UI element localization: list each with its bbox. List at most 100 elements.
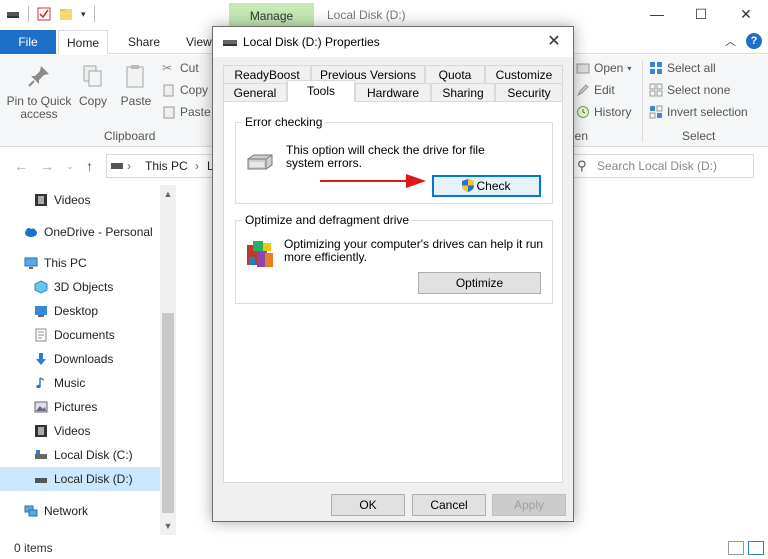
- tab-customize[interactable]: Customize: [485, 65, 563, 83]
- drive-icon: [35, 450, 47, 459]
- nav-item-videos-2[interactable]: Videos: [0, 419, 160, 443]
- nav-item-downloads[interactable]: Downloads: [0, 347, 160, 371]
- optimize-description: Optimizing your computer's drives can he…: [284, 237, 544, 264]
- paste-icon: [126, 65, 144, 88]
- cube-icon: [34, 280, 48, 294]
- select-group-label: Select: [682, 129, 716, 143]
- nav-item-documents[interactable]: Documents: [0, 323, 160, 347]
- nav-item-this-pc[interactable]: This PC: [0, 251, 160, 275]
- navigation-pane: Videos OneDrive - Personal This PC 3D Ob…: [0, 185, 176, 535]
- tab-tools[interactable]: Tools: [287, 80, 355, 102]
- close-icon[interactable]: ✕: [543, 31, 565, 53]
- invert-selection-label: Invert selection: [667, 105, 748, 119]
- scroll-up-icon[interactable]: ▲: [160, 189, 176, 199]
- select-all-button[interactable]: Select all: [649, 61, 716, 75]
- up-arrow-icon[interactable]: ↑: [86, 158, 93, 174]
- drive-icon: [247, 154, 273, 170]
- details-view-icon[interactable]: [728, 541, 744, 555]
- recent-locations-icon[interactable]: ⌄: [66, 161, 74, 172]
- tab-security[interactable]: Security: [495, 83, 563, 101]
- properties-dialog: Local Disk (D:) Properties ✕ ReadyBoost …: [212, 26, 574, 522]
- nav-item-desktop[interactable]: Desktop: [0, 299, 160, 323]
- ok-button[interactable]: OK: [331, 494, 405, 516]
- ribbon-right-controls: ︿ ?: [725, 33, 762, 49]
- film-icon: [35, 194, 47, 206]
- properties-check-icon[interactable]: [37, 7, 51, 21]
- breadcrumb-this-pc[interactable]: This PC: [145, 155, 188, 177]
- tab-quota[interactable]: Quota: [425, 65, 485, 83]
- maximize-button[interactable]: ☐: [686, 4, 716, 26]
- check-label: Check: [476, 179, 511, 193]
- cut-button[interactable]: ✂ Cut: [162, 61, 199, 75]
- breadcrumb-separator-icon: ›: [127, 159, 131, 173]
- nav-item-videos[interactable]: Videos: [0, 188, 160, 212]
- back-arrow-icon[interactable]: ←: [14, 158, 28, 174]
- edit-button[interactable]: Edit: [576, 83, 615, 97]
- check-button[interactable]: Check: [432, 175, 541, 197]
- paste-button[interactable]: Paste: [118, 63, 154, 108]
- tab-share[interactable]: Share: [120, 30, 168, 54]
- nav-item-label: Local Disk (D:): [54, 472, 133, 486]
- clipboard-group-label: Clipboard: [104, 129, 156, 143]
- history-icon: [577, 106, 589, 118]
- nav-item-label: Pictures: [54, 400, 98, 414]
- search-placeholder: Search Local Disk (D:): [597, 159, 718, 173]
- tab-home[interactable]: Home: [58, 30, 109, 54]
- nav-item-onedrive[interactable]: OneDrive - Personal: [0, 220, 160, 244]
- error-checking-description: This option will check the drive for fil…: [286, 143, 485, 170]
- scroll-down-icon[interactable]: ▼: [160, 521, 176, 531]
- open-icon: [576, 63, 590, 74]
- dialog-titlebar[interactable]: Local Disk (D:) Properties ✕: [213, 27, 573, 57]
- copy-icon: [83, 65, 102, 87]
- apply-button[interactable]: Apply: [492, 494, 566, 516]
- toolbar-separator: [28, 6, 29, 22]
- expand-ribbon-icon[interactable]: ︿: [725, 33, 736, 49]
- customize-toolbar-icon[interactable]: ▾: [81, 9, 86, 20]
- tab-sharing[interactable]: Sharing: [431, 83, 495, 101]
- drive-icon[interactable]: [6, 7, 20, 21]
- nav-item-label: Desktop: [54, 304, 99, 318]
- minimize-button[interactable]: —: [642, 4, 672, 26]
- tab-hardware[interactable]: Hardware: [355, 83, 431, 101]
- copy-path-button[interactable]: Copy p: [162, 83, 218, 97]
- open-button[interactable]: Open ▾: [576, 61, 631, 75]
- large-icons-view-icon[interactable]: [748, 541, 764, 555]
- history-button[interactable]: History: [576, 105, 631, 119]
- scrollbar-thumb[interactable]: [162, 313, 174, 513]
- select-none-button[interactable]: Select none: [649, 83, 730, 97]
- pin-to-quick-access-button[interactable]: Pin to Quick access: [6, 63, 72, 121]
- new-folder-icon[interactable]: [59, 7, 73, 21]
- cancel-button[interactable]: Cancel: [412, 494, 486, 516]
- nav-item-label: Downloads: [54, 352, 114, 366]
- nav-item-label: 3D Objects: [54, 280, 114, 294]
- copy-label: Copy: [78, 94, 107, 108]
- forward-arrow-icon[interactable]: →: [40, 158, 54, 174]
- dialog-title: Local Disk (D:) Properties: [243, 35, 380, 49]
- nav-item-3d-objects[interactable]: 3D Objects: [0, 275, 160, 299]
- download-arrow-icon: [36, 353, 46, 365]
- nav-pane-scrollbar[interactable]: ▲ ▼: [160, 185, 176, 535]
- open-label: Open: [594, 61, 624, 75]
- nav-item-network[interactable]: Network: [0, 499, 160, 523]
- invert-selection-button[interactable]: Invert selection: [649, 105, 748, 119]
- close-window-button[interactable]: ✕: [731, 4, 761, 26]
- film-icon: [35, 425, 47, 437]
- nav-item-music[interactable]: Music: [0, 371, 160, 395]
- status-bar: 0 items: [0, 538, 768, 559]
- optimize-button[interactable]: Optimize: [418, 272, 541, 294]
- nav-item-label: Documents: [54, 328, 115, 342]
- help-icon[interactable]: ?: [746, 33, 762, 49]
- desktop-icon: [35, 306, 47, 317]
- history-label: History: [594, 105, 632, 119]
- select-all-icon: [650, 62, 662, 74]
- tab-general[interactable]: General: [223, 83, 287, 101]
- nav-item-local-disk-d[interactable]: Local Disk (D:): [0, 467, 160, 491]
- search-input[interactable]: ⚲ Search Local Disk (D:): [568, 154, 754, 178]
- tab-file[interactable]: File: [0, 30, 56, 54]
- uac-shield-icon: [462, 179, 475, 192]
- optimize-label: Optimize and defragment drive: [242, 213, 413, 227]
- nav-item-pictures[interactable]: Pictures: [0, 395, 160, 419]
- nav-item-local-disk-c[interactable]: Local Disk (C:): [0, 443, 160, 467]
- copy-button[interactable]: Copy: [76, 63, 110, 108]
- address-box[interactable]: › This PC › L: [106, 154, 216, 178]
